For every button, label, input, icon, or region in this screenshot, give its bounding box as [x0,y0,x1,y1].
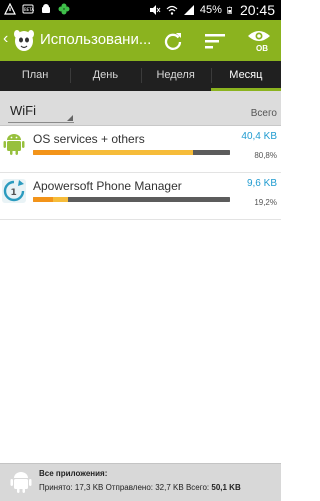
app-logo-icon[interactable] [12,27,36,53]
view-mode-label: OB [256,44,268,53]
signal-icon [183,5,194,15]
list-item[interactable]: 1 Apowersoft Phone Manager 9,6 KB 19,2% [0,173,281,220]
network-select-value: WiFi [10,103,36,118]
filter-bar: WiFi Всего [0,91,281,126]
view-toggle-button[interactable]: OB [245,27,273,55]
usage-bar [33,197,230,202]
network-select[interactable]: WiFi [8,102,74,123]
usage-bar-remaining [68,197,230,202]
data-saver-icon: BETA [22,4,34,14]
usage-bar-received [33,197,53,202]
page-title: Использовани... [40,31,152,48]
app-name: OS services + others [33,132,145,146]
usage-bar [33,150,230,155]
received-label: Принято: [39,483,73,492]
tab-week[interactable]: Неделя [140,61,211,91]
refresh-button[interactable] [159,27,187,55]
usage-bar-sent [70,150,193,155]
refresh-icon [164,33,182,50]
app-usage-size: 40,4 KB [241,131,277,142]
tab-day[interactable]: День [70,61,140,91]
dropdown-corner-icon [67,115,73,121]
usage-bar-remaining [192,150,230,155]
mute-icon [149,5,161,15]
tab-plan[interactable]: План [0,61,70,91]
svg-text:BETA: BETA [24,7,34,12]
android-icon [42,4,50,13]
svg-text:1: 1 [11,188,17,198]
app-usage-size: 9,6 KB [246,178,277,189]
android-summary-icon [10,472,32,493]
eye-icon [248,31,270,41]
back-icon[interactable]: ‹ [3,31,8,47]
sort-button[interactable] [201,27,229,55]
sent-label: Отправлено: [105,483,153,492]
apowersoft-app-icon: 1 [2,179,26,203]
period-tabs: План День Неделя Месяц [0,61,282,91]
tab-month[interactable]: Месяц [210,61,282,91]
status-bar: BETA 45% 20:45 [0,0,281,20]
wifi-icon [166,5,178,15]
summary-stats: Принято: 17,3 KB Отправлено: 32,7 KB Все… [39,483,241,492]
total-label: Всего: [185,483,210,492]
received-value: 17,3 KB [74,483,104,492]
list-item[interactable]: OS services + others 40,4 KB 80,8% [0,126,281,173]
sent-value: 32,7 KB [155,483,184,492]
battery-percent: 45% [199,4,222,16]
summary-title: Все приложения: [39,469,108,478]
app-name: Apowersoft Phone Manager [33,179,182,193]
summary-footer: Все приложения: Принято: 17,3 KB Отправл… [0,463,281,501]
usage-bar-received [33,150,71,155]
total-value: 50,1 KB [211,483,241,492]
total-column-header[interactable]: Всего [251,108,277,119]
battery-icon [227,6,232,14]
app-bar: ‹ Использовани... OB [0,20,281,61]
app-usage-percent: 80,8% [254,151,277,160]
app-usage-percent: 19,2% [254,198,277,207]
usage-bar-sent [52,197,69,202]
warning-icon [4,3,16,15]
clock: 20:45 [239,2,275,18]
clover-icon [58,3,70,15]
android-app-icon [3,134,25,155]
sort-icon [205,34,225,49]
